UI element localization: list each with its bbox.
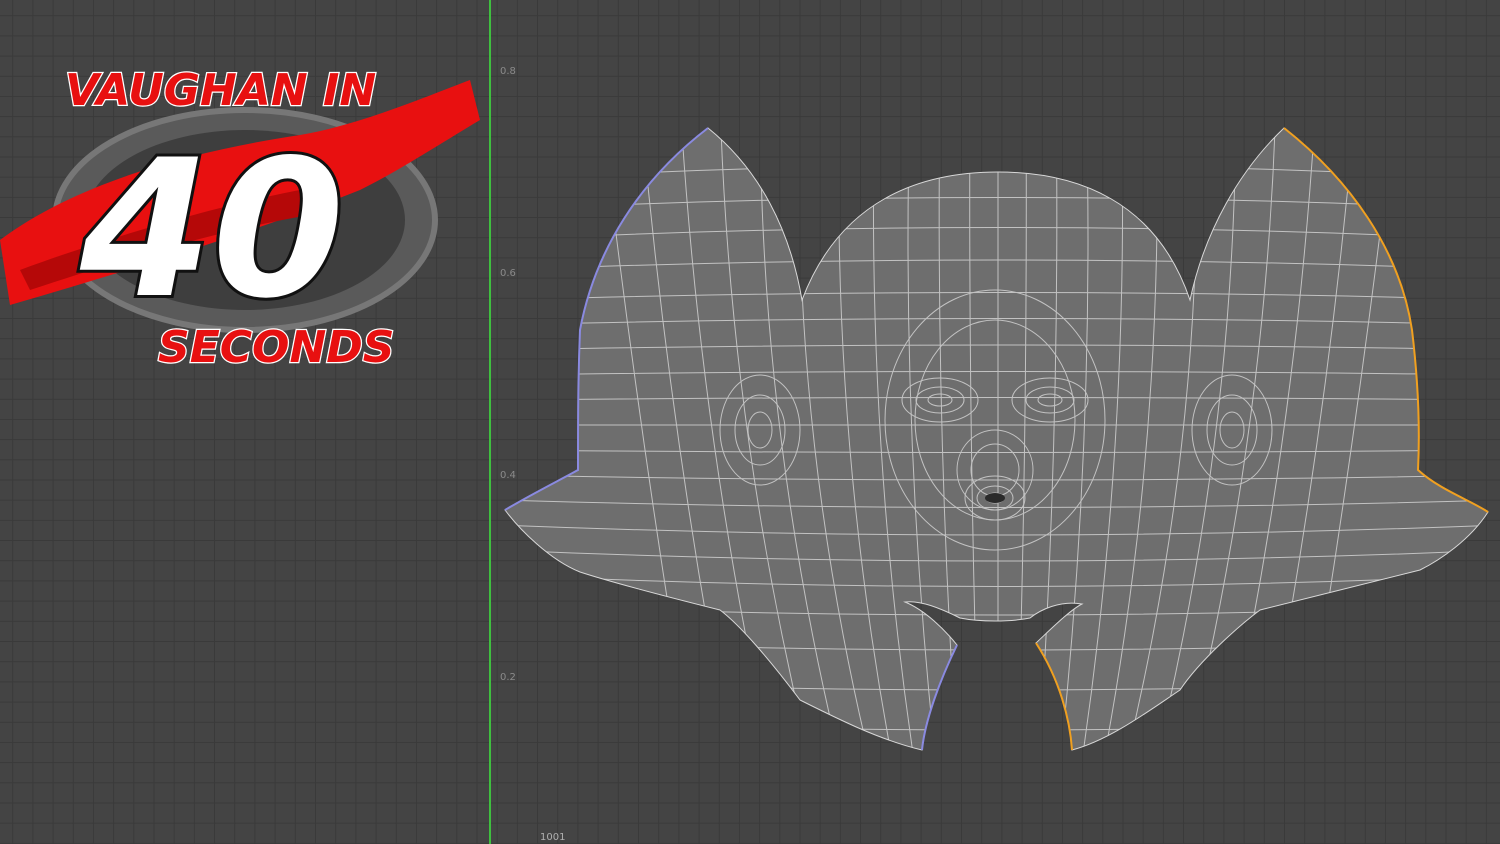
mouth-hole bbox=[985, 493, 1005, 503]
uv-shell-face[interactable] bbox=[505, 128, 1488, 750]
logo-number: 40 bbox=[79, 119, 344, 340]
logo-title-bottom: SECONDS bbox=[158, 322, 394, 373]
logo-title-top: VAUGHAN IN bbox=[65, 65, 376, 116]
uv-editor-viewport[interactable]: 0.8 0.6 0.4 0.2 1001 VAUGHAN IN 40 SECON… bbox=[0, 0, 1500, 844]
vaughan-in-40-seconds-logo: VAUGHAN IN 40 SECONDS bbox=[0, 64, 480, 374]
